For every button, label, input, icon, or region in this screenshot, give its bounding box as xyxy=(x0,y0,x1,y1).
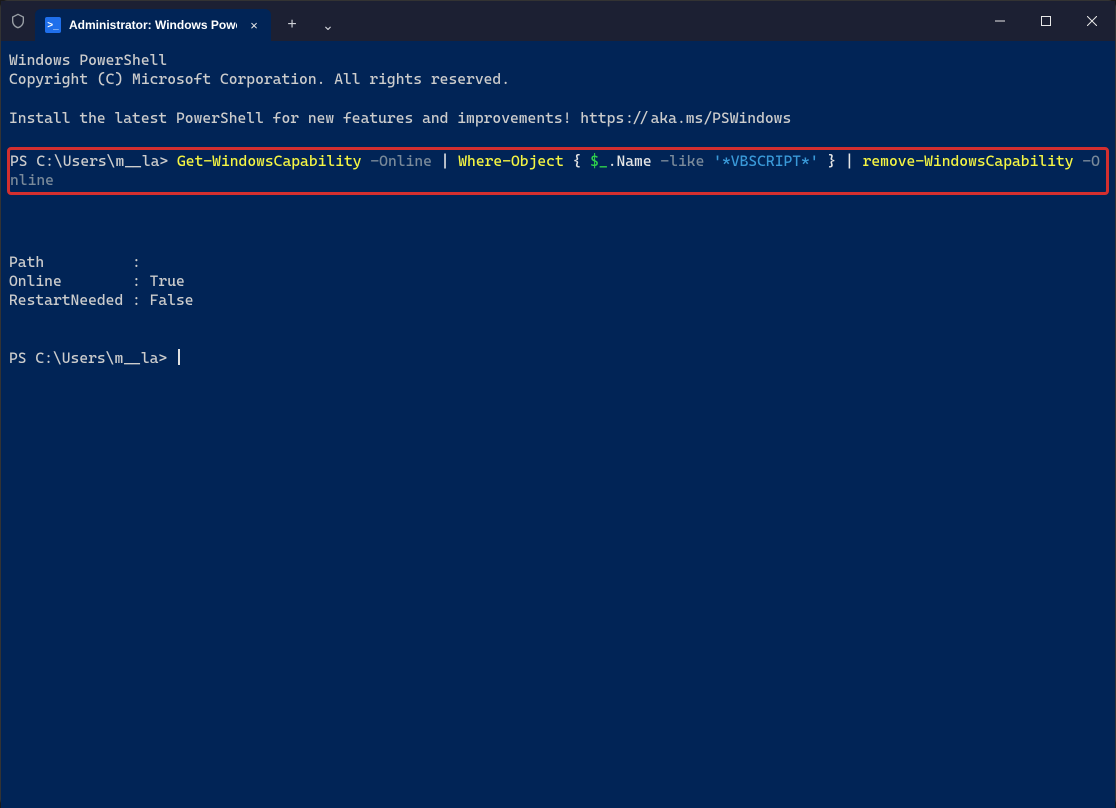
output-restart-label: RestartNeeded : xyxy=(9,291,150,309)
cmd-where-object: Where-Object xyxy=(458,152,563,170)
tab-actions: + ⌄ xyxy=(275,1,345,41)
titlebar: >_ Administrator: Windows Powe × + ⌄ xyxy=(1,1,1115,41)
tab-title: Administrator: Windows Powe xyxy=(69,18,237,32)
maximize-button[interactable] xyxy=(1023,1,1069,41)
new-tab-button[interactable]: + xyxy=(275,9,309,41)
cmd-online-param-1: -Online xyxy=(362,152,432,170)
cmd-remove-capability: remove-WindowsCapability xyxy=(863,152,1074,170)
powershell-icon: >_ xyxy=(45,17,61,33)
output-online-label: Online : xyxy=(9,272,150,290)
tab-dropdown-button[interactable]: ⌄ xyxy=(311,9,345,41)
close-button[interactable] xyxy=(1069,1,1115,41)
titlebar-left: >_ Administrator: Windows Powe × + ⌄ xyxy=(1,1,345,41)
shield-icon xyxy=(1,1,35,41)
banner-line-2: Copyright (C) Microsoft Corporation. All… xyxy=(9,70,510,88)
output-restart-value: False xyxy=(150,291,194,309)
tab-close-button[interactable]: × xyxy=(245,18,263,33)
prompt-1: PS C:\Users\m__la> xyxy=(10,152,177,170)
cmd-pipe-1: | xyxy=(432,152,458,170)
cmd-pattern: '*VBSCRIPT*' xyxy=(704,152,818,170)
minimize-button[interactable] xyxy=(977,1,1023,41)
tab-powershell[interactable]: >_ Administrator: Windows Powe × xyxy=(35,9,271,41)
window-controls xyxy=(977,1,1115,41)
command-highlight-box: PS C:\Users\m__la> Get-WindowsCapability… xyxy=(7,147,1109,195)
install-hint: Install the latest PowerShell for new fe… xyxy=(9,109,791,127)
banner-line-1: Windows PowerShell xyxy=(9,51,167,69)
terminal-body[interactable]: Windows PowerShell Copyright (C) Microso… xyxy=(1,41,1115,808)
output-path: Path : xyxy=(9,253,141,271)
cmd-pipe-2: | xyxy=(845,152,863,170)
cmd-brace-open: { xyxy=(564,152,590,170)
cursor xyxy=(178,349,180,365)
output-online-value: True xyxy=(150,272,185,290)
cmd-dollar-under: $_ xyxy=(590,152,608,170)
cmd-like: -like xyxy=(652,152,705,170)
cmd-brace-close: } xyxy=(819,152,845,170)
cmd-dot-name: .Name xyxy=(608,152,652,170)
cmd-get-capability: Get-WindowsCapability xyxy=(177,152,362,170)
prompt-2: PS C:\Users\m__la> xyxy=(9,349,167,367)
